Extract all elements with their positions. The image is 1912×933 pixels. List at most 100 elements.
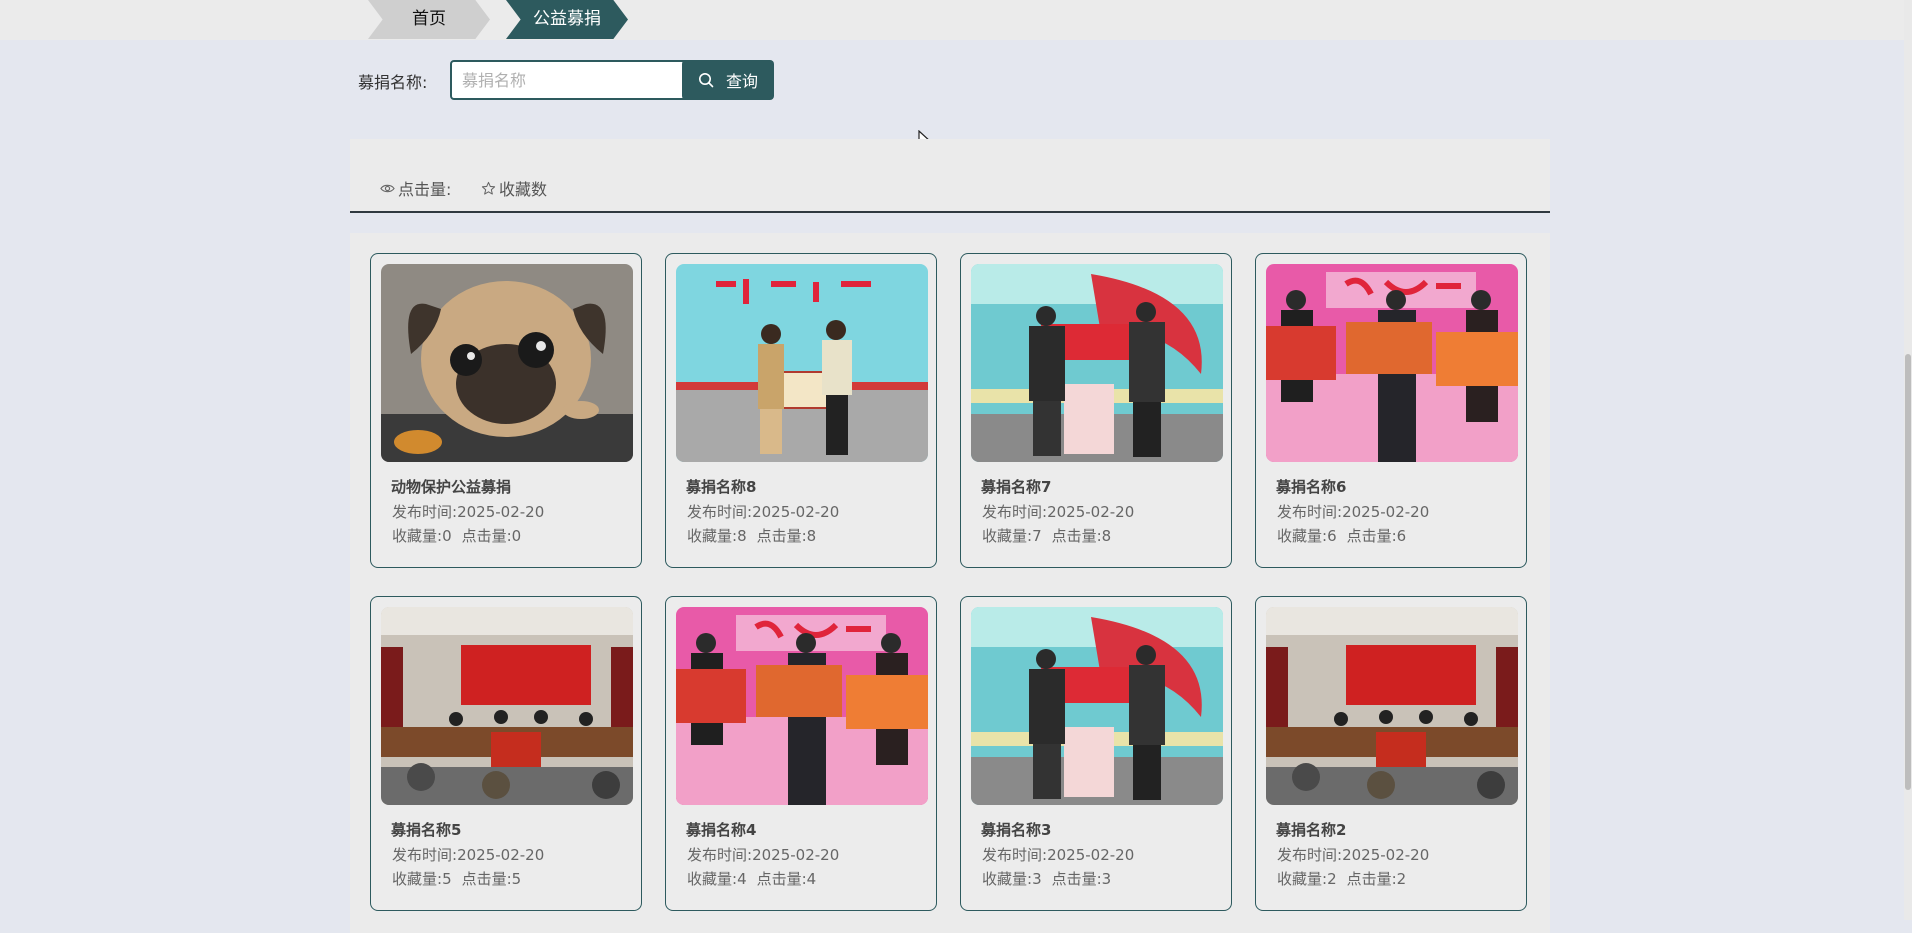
charity-stage-photo[interactable] <box>676 607 928 805</box>
donation-card[interactable]: 动物保护公益募捐 发布时间:2025-02-20 收藏量:0 点击量:0 <box>370 253 642 568</box>
publish-label: 发布时间: <box>687 846 753 864</box>
card-counts: 收藏量:8 点击量:8 <box>687 525 816 546</box>
search-label: 募捐名称: <box>358 73 428 92</box>
fav-label: 收藏量: <box>687 527 738 545</box>
donation-card[interactable]: 募捐名称8 发布时间:2025-02-20 收藏量:8 点击量:8 <box>665 253 937 568</box>
card-publish-date: 发布时间:2025-02-20 <box>392 844 544 865</box>
card-counts: 收藏量:7 点击量:8 <box>982 525 1111 546</box>
donation-card[interactable]: 募捐名称5 发布时间:2025-02-20 收藏量:5 点击量:5 <box>370 596 642 911</box>
card-publish-date: 发布时间:2025-02-20 <box>687 501 839 522</box>
card-title[interactable]: 动物保护公益募捐 <box>391 476 511 497</box>
page-scrollbar[interactable] <box>1904 0 1912 920</box>
card-title[interactable]: 募捐名称5 <box>391 819 461 840</box>
fav-count: 6 <box>1327 527 1337 545</box>
publish-label: 发布时间: <box>392 846 458 864</box>
card-counts: 收藏量:4 点击量:4 <box>687 868 816 889</box>
fav-label: 收藏量: <box>1277 527 1328 545</box>
publish-date: 2025-02-20 <box>752 846 840 864</box>
card-counts: 收藏量:6 点击量:6 <box>1277 525 1406 546</box>
meeting-hall-photo[interactable] <box>381 607 633 805</box>
click-label: 点击量: <box>461 870 512 888</box>
click-count: 0 <box>511 527 522 545</box>
click-count: 8 <box>806 527 817 545</box>
card-publish-date: 发布时间:2025-02-20 <box>982 501 1134 522</box>
card-title[interactable]: 募捐名称3 <box>981 819 1051 840</box>
top-bar: 首页 公益募捐 <box>0 0 1912 40</box>
publish-date: 2025-02-20 <box>1047 846 1135 864</box>
meeting-hall-photo[interactable] <box>1266 607 1518 805</box>
donation-grid: 动物保护公益募捐 发布时间:2025-02-20 收藏量:0 点击量:0 募捐名称… <box>350 233 1550 933</box>
publish-date: 2025-02-20 <box>1342 846 1430 864</box>
search-input[interactable] <box>450 60 692 100</box>
donation-card[interactable]: 募捐名称2 发布时间:2025-02-20 收藏量:2 点击量:2 <box>1255 596 1527 911</box>
card-title[interactable]: 募捐名称8 <box>686 476 756 497</box>
donation-card[interactable]: 募捐名称6 发布时间:2025-02-20 收藏量:6 点击量:6 <box>1255 253 1527 568</box>
eye-icon <box>380 184 395 192</box>
donation-card[interactable]: 募捐名称7 发布时间:2025-02-20 收藏量:7 点击量:8 <box>960 253 1232 568</box>
click-label: 点击量: <box>756 527 807 545</box>
click-label: 点击量: <box>1346 527 1397 545</box>
fav-label: 收藏量: <box>392 870 443 888</box>
publish-label: 发布时间: <box>392 503 458 521</box>
publish-date: 2025-02-20 <box>457 846 545 864</box>
click-label: 点击量: <box>1051 527 1102 545</box>
card-publish-date: 发布时间:2025-02-20 <box>1277 501 1429 522</box>
fav-label: 收藏量: <box>1277 870 1328 888</box>
stat-favorites-label: 收藏数 <box>499 180 548 199</box>
click-count: 8 <box>1101 527 1112 545</box>
breadcrumb-current[interactable]: 公益募捐 <box>506 0 628 39</box>
card-title[interactable]: 募捐名称7 <box>981 476 1051 497</box>
fav-label: 收藏量: <box>982 527 1033 545</box>
fav-count: 3 <box>1032 870 1042 888</box>
charity-stage-photo[interactable] <box>1266 264 1518 462</box>
pug-dog-photo[interactable] <box>381 264 633 462</box>
publish-label: 发布时间: <box>982 846 1048 864</box>
donation-card[interactable]: 募捐名称3 发布时间:2025-02-20 收藏量:3 点击量:3 <box>960 596 1232 911</box>
card-title[interactable]: 募捐名称6 <box>1276 476 1346 497</box>
publish-date: 2025-02-20 <box>1047 503 1135 521</box>
click-count: 6 <box>1396 527 1407 545</box>
donation-ceremony-photo[interactable] <box>676 264 928 462</box>
publish-label: 发布时间: <box>1277 846 1343 864</box>
fav-label: 收藏量: <box>392 527 443 545</box>
search-button[interactable]: 查询 <box>682 60 774 100</box>
stat-clicks-label: 点击量: <box>398 180 452 199</box>
donation-card[interactable]: 募捐名称4 发布时间:2025-02-20 收藏量:4 点击量:4 <box>665 596 937 911</box>
publish-date: 2025-02-20 <box>752 503 840 521</box>
click-count: 5 <box>511 870 522 888</box>
card-counts: 收藏量:3 点击量:3 <box>982 868 1111 889</box>
card-title[interactable]: 募捐名称2 <box>1276 819 1346 840</box>
star-icon <box>481 181 496 195</box>
card-publish-date: 发布时间:2025-02-20 <box>1277 844 1429 865</box>
fav-count: 4 <box>737 870 747 888</box>
fav-count: 5 <box>442 870 452 888</box>
publish-label: 发布时间: <box>982 503 1048 521</box>
card-publish-date: 发布时间:2025-02-20 <box>392 501 544 522</box>
card-counts: 收藏量:5 点击量:5 <box>392 868 521 889</box>
epidemic-donation-photo[interactable] <box>971 607 1223 805</box>
click-count: 4 <box>806 870 817 888</box>
stat-clicks[interactable]: 点击量: <box>380 176 451 200</box>
publish-date: 2025-02-20 <box>1342 503 1430 521</box>
fav-count: 8 <box>737 527 747 545</box>
publish-label: 发布时间: <box>687 503 753 521</box>
card-publish-date: 发布时间:2025-02-20 <box>687 844 839 865</box>
fav-count: 0 <box>442 527 452 545</box>
stat-favorites[interactable]: 收藏数 <box>481 176 547 200</box>
card-title[interactable]: 募捐名称4 <box>686 819 756 840</box>
epidemic-donation-photo[interactable] <box>971 264 1223 462</box>
click-label: 点击量: <box>461 527 512 545</box>
click-count: 3 <box>1101 870 1112 888</box>
publish-date: 2025-02-20 <box>457 503 545 521</box>
card-counts: 收藏量:0 点击量:0 <box>392 525 521 546</box>
stats-bar: 点击量: 收藏数 <box>350 139 1550 213</box>
fav-count: 2 <box>1327 870 1337 888</box>
publish-label: 发布时间: <box>1277 503 1343 521</box>
fav-label: 收藏量: <box>687 870 738 888</box>
click-count: 2 <box>1396 870 1407 888</box>
breadcrumb-home[interactable]: 首页 <box>368 0 490 39</box>
scrollbar-thumb[interactable] <box>1905 354 1911 790</box>
fav-label: 收藏量: <box>982 870 1033 888</box>
search-icon <box>698 73 714 88</box>
click-label: 点击量: <box>1346 870 1397 888</box>
